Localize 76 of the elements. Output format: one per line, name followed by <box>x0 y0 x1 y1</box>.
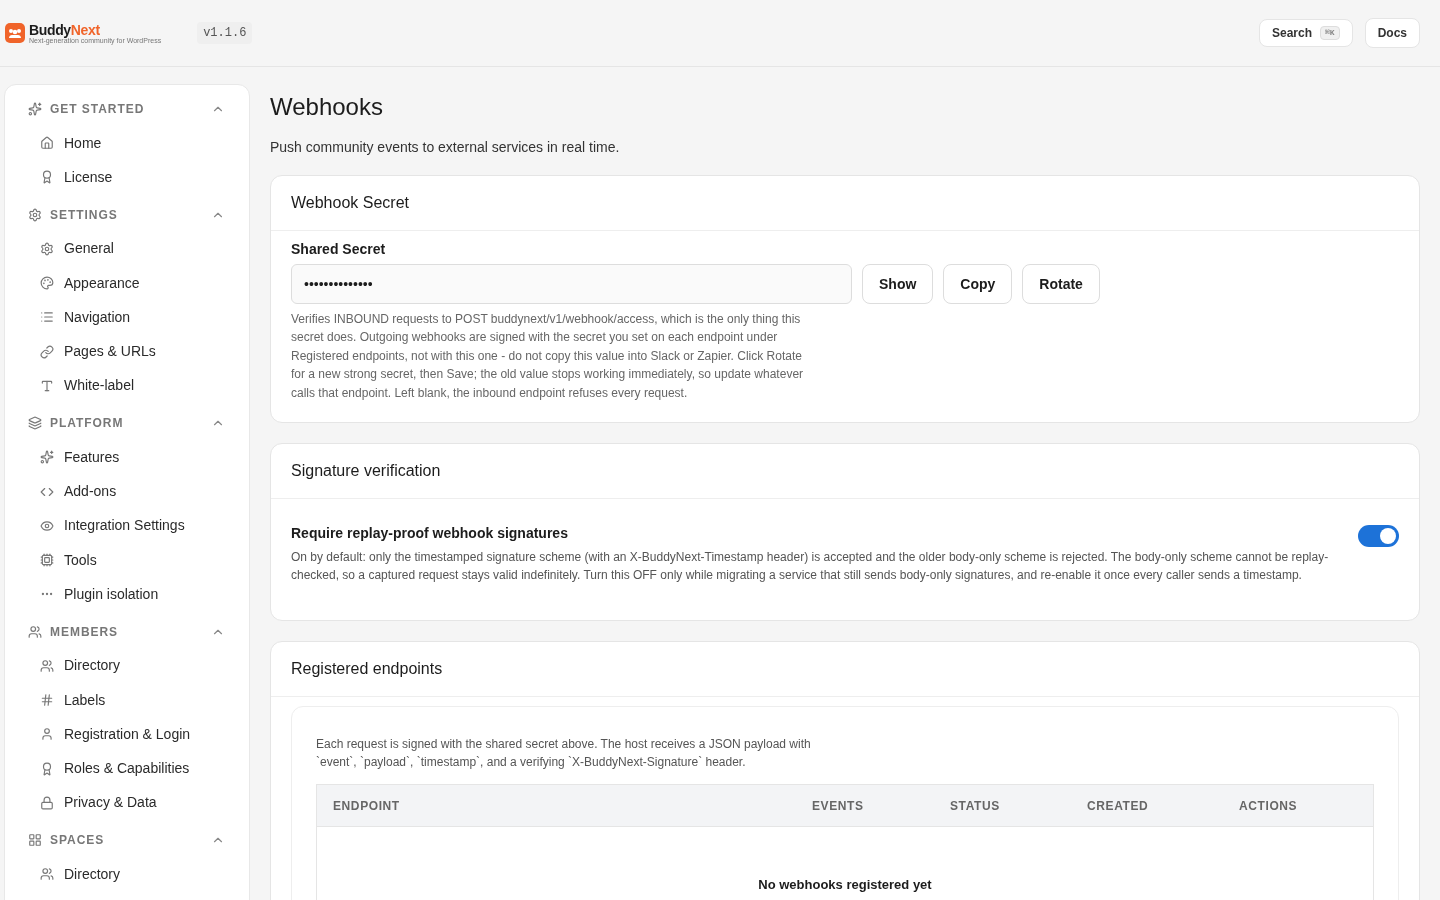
sidebar-item[interactable]: Tools <box>5 542 249 578</box>
section-label: PLATFORM <box>50 415 125 433</box>
chip-icon <box>40 553 54 568</box>
sidebar-item[interactable]: Directory <box>5 857 249 892</box>
shortcut-badge: ⌘K <box>1320 26 1340 40</box>
users-icon <box>28 624 42 639</box>
search-button[interactable]: Search ⌘K <box>1259 19 1353 47</box>
card-title: Webhook Secret <box>271 176 1419 231</box>
sidebar-item[interactable]: Registration & Login <box>5 717 249 752</box>
secret-action-button[interactable]: Rotate <box>1022 264 1100 304</box>
eye-icon <box>40 518 54 533</box>
hash-icon <box>40 693 54 707</box>
section-label: GET STARTED <box>50 101 146 118</box>
card-title: Signature verification <box>271 444 1419 500</box>
logo-icon <box>5 23 25 43</box>
setting-description: On by default: only the timestamped signature scheme (with an X-BuddyNext-Timestamp header) is accepted and the older body-only scheme is rejected. The body-only scheme cannot be replay-checked, so a captured request stays valid indefinitely. Turn this OFF only while migrating a service that still sends body-only signatures, and re-enable it once every caller sends a timestamp. <box>291 549 1330 585</box>
version-badge: v1.1.6 <box>197 22 253 44</box>
sidebar-item[interactable]: Navigation <box>5 300 249 335</box>
users-icon <box>40 867 54 882</box>
sidebar-item[interactable]: Directory <box>5 648 249 683</box>
award-icon <box>40 170 54 185</box>
sidebar-item[interactable]: Pages & URLs <box>5 334 249 369</box>
sidebar-item[interactable]: White-label <box>5 368 249 404</box>
gear-icon <box>28 207 42 222</box>
setting-label: Require replay-proof webhook signatures <box>291 524 569 544</box>
secret-action-button[interactable]: Show <box>862 264 934 304</box>
empty-state-text: No webhooks registered yet <box>758 876 932 895</box>
lock-icon <box>40 795 54 810</box>
sidebar-item[interactable]: Home <box>5 126 249 161</box>
sparkles-icon <box>40 450 54 465</box>
column-header: STATUS <box>949 797 1001 815</box>
sidebar-item[interactable]: Features <box>5 440 249 475</box>
sidebar-item[interactable]: General <box>5 231 249 266</box>
column-header: EVENTS <box>811 797 865 815</box>
card-title: Registered endpoints <box>271 642 1419 698</box>
sidebar-item[interactable]: License <box>5 160 249 195</box>
column-header: ENDPOINT <box>332 797 401 815</box>
sidebar-item[interactable]: Integration Settings <box>5 508 249 543</box>
sparkles-icon <box>28 102 42 116</box>
user-icon <box>40 727 54 742</box>
brand-name: BuddyNext <box>29 22 101 37</box>
toggle-switch[interactable] <box>1358 525 1399 548</box>
layers-icon <box>28 416 42 431</box>
home-icon <box>40 136 54 151</box>
section-header[interactable]: SETTINGS <box>5 202 249 227</box>
gear-icon <box>40 241 54 256</box>
section-label: MEMBERS <box>50 623 120 641</box>
text-icon <box>40 378 54 393</box>
section-header[interactable]: MEMBERS <box>5 619 249 644</box>
sidebar-item[interactable]: Roles & Capabilities <box>5 751 249 786</box>
sidebar-item[interactable]: Appearance <box>5 265 249 301</box>
section-header[interactable]: SPACES <box>5 828 249 853</box>
award-icon <box>40 761 54 776</box>
list-icon <box>40 310 54 325</box>
docs-button[interactable]: Docs <box>1364 18 1420 48</box>
section-header[interactable]: PLATFORM <box>5 411 249 436</box>
section-label: SPACES <box>50 832 106 850</box>
section-header[interactable]: GET STARTED <box>5 97 249 121</box>
column-header: CREATED <box>1086 797 1150 815</box>
secret-field[interactable]: •••••••••••••• <box>291 264 852 304</box>
section-label: SETTINGS <box>50 206 119 224</box>
page-subtitle: Push community events to external services in real time. <box>270 138 621 157</box>
column-header: ACTIONS <box>1238 797 1298 815</box>
sidebar-item[interactable]: Add-ons <box>5 474 249 509</box>
field-label: Shared Secret <box>291 240 387 259</box>
sidebar-item[interactable]: Labels <box>5 682 249 718</box>
users-icon <box>40 658 54 673</box>
link-icon <box>40 344 54 359</box>
sidebar-item[interactable]: Privacy & Data <box>5 785 249 821</box>
sidebar-item[interactable]: Plugin isolation <box>5 577 249 612</box>
grid-icon <box>28 833 42 848</box>
help-text: Verifies INBOUND requests to POST buddynext/v1/webhook/access, which is the only thing this secret does. Outgoing webhooks are signed with the secret you set on each endpoint under Registered endpoints, not with this one - do not copy this value into Slack or Zapier. Click Rotate for a new strong secret, then Save; the old value stops working immediately, so update whatever calls that endpoint. Left blank, the inbound endpoint refuses every request. <box>291 311 805 402</box>
page-title: Webhooks <box>270 92 384 122</box>
secret-action-button[interactable]: Copy <box>943 264 1013 304</box>
palette-icon <box>40 276 54 291</box>
intro-text: Each request is signed with the shared secret above. The host receives a JSON payload with `event`, `payload`, `timestamp`, and a verifying `X-BuddyNext-Signature` header. <box>316 736 812 772</box>
